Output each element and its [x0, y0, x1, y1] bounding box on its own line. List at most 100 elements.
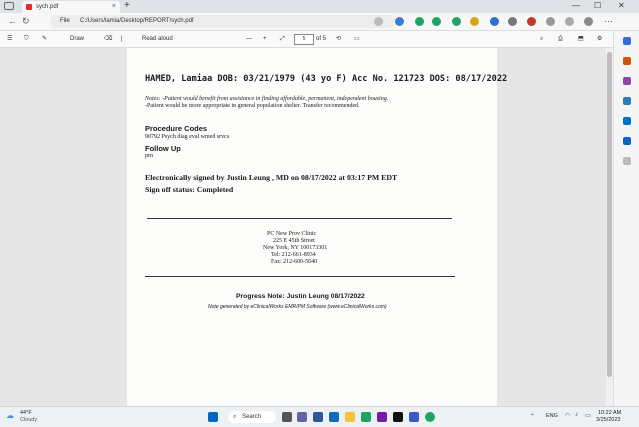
- task-view-icon[interactable]: [282, 412, 292, 422]
- page-view-icon[interactable]: ▭: [354, 31, 360, 47]
- refresh-icon[interactable]: ↻: [22, 15, 30, 28]
- collections-icon[interactable]: [565, 17, 574, 26]
- search-label: Search: [242, 414, 262, 420]
- cloud-icon: ☁: [6, 411, 14, 420]
- file-explorer-icon[interactable]: [345, 412, 355, 422]
- page-total: of 5: [316, 36, 327, 42]
- wifi-icon[interactable]: ◠: [565, 412, 570, 419]
- word-icon[interactable]: [313, 412, 323, 422]
- pdf-icon: [26, 4, 32, 10]
- address-url: C:/Users/lamia/Desktop/REPORT/sych.pdf: [80, 18, 194, 24]
- clinic-street: 225 E 45th Street: [273, 238, 315, 244]
- taskbar: ☁ 44°F Cloudy ⌕ Search ⌃ ENG ◠ ♪ ▭ 10:22…: [0, 406, 639, 427]
- app-icon[interactable]: [409, 412, 419, 422]
- minimize-button[interactable]: —: [572, 0, 580, 12]
- patient-header: HAMED, Lamiaa DOB: 03/21/1979 (43 yo F) …: [145, 74, 508, 84]
- save-icon[interactable]: ⬒: [578, 31, 584, 47]
- tab-title: sych.pdf: [36, 4, 59, 10]
- taskbar-search[interactable]: ⌕ Search: [228, 411, 276, 423]
- back-icon[interactable]: ←: [8, 15, 17, 28]
- address-scheme: File: [60, 18, 70, 24]
- clock-time[interactable]: 10:22 AM: [598, 410, 621, 416]
- extension-icon[interactable]: [527, 17, 536, 26]
- divider-line: [147, 218, 452, 219]
- search-sidebar-icon[interactable]: [623, 37, 631, 45]
- games-icon[interactable]: [623, 97, 631, 105]
- language-indicator[interactable]: ENG: [546, 413, 558, 419]
- print-icon[interactable]: ⎙: [558, 31, 563, 47]
- pdf-page: HAMED, Lamiaa DOB: 03/21/1979 (43 yo F) …: [127, 48, 507, 406]
- erase-icon[interactable]: ⌫: [104, 31, 112, 47]
- extension-icon[interactable]: [395, 17, 404, 26]
- pdf-viewer: HAMED, Lamiaa DOB: 03/21/1979 (43 yo F) …: [0, 48, 613, 406]
- filter-icon[interactable]: ⛉: [24, 31, 29, 47]
- contents-icon[interactable]: ☰: [7, 31, 12, 47]
- favorites-icon[interactable]: [546, 17, 555, 26]
- clinic-city: New York, NY 100173301: [263, 245, 328, 251]
- divider-line: [145, 276, 455, 277]
- battery-icon[interactable]: ▭: [585, 412, 591, 419]
- electronic-signature: Electronically signed by Justin Leung , …: [145, 173, 398, 182]
- draw-button[interactable]: Draw: [70, 31, 84, 47]
- tab-close-button[interactable]: ×: [112, 1, 116, 13]
- zoom-in-button[interactable]: +: [263, 31, 267, 47]
- read-aloud-button[interactable]: Read aloud: [142, 31, 173, 47]
- app-icon[interactable]: [377, 412, 387, 422]
- weather-desc[interactable]: Cloudy: [20, 417, 37, 423]
- more-menu-icon[interactable]: ···: [604, 15, 613, 28]
- outlook-taskbar-icon[interactable]: [329, 412, 339, 422]
- volume-icon[interactable]: ♪: [575, 412, 578, 418]
- settings-gear-icon[interactable]: ⚙: [597, 31, 602, 47]
- generated-by-footer: Note generated by eClinicalWorks EMR/PM …: [208, 304, 387, 310]
- clinic-fax: Fax: 212-600-5640: [271, 259, 318, 265]
- extension-icon[interactable]: [490, 17, 499, 26]
- procedure-code: 90792 Psych diag eval wmed srvcs: [145, 134, 230, 140]
- outlook-icon[interactable]: [623, 137, 631, 145]
- vertical-scrollbar[interactable]: [606, 48, 613, 406]
- new-tab-button[interactable]: +: [124, 0, 130, 12]
- edge-icon[interactable]: [425, 412, 435, 422]
- draw-icon[interactable]: ✎: [42, 31, 47, 47]
- weather-temp[interactable]: 44°F: [20, 410, 32, 416]
- progress-note-footer: Progress Note: Justin Leung 08/17/2022: [236, 293, 365, 300]
- app-icon[interactable]: [361, 412, 371, 422]
- extension-icon[interactable]: [508, 17, 517, 26]
- profile-icon[interactable]: [584, 17, 593, 26]
- fit-page-icon[interactable]: ⤢: [280, 31, 285, 47]
- favorite-star-icon[interactable]: [374, 17, 383, 26]
- tab-sych-pdf[interactable]: sych.pdf ×: [22, 1, 120, 13]
- tab-bar: sych.pdf × + — ☐ ✕: [0, 0, 639, 13]
- follow-up-heading: Follow Up: [145, 144, 181, 153]
- tools-icon[interactable]: [623, 77, 631, 85]
- pdf-toolbar: ☰ ⛉ ✎ Draw ⌫ | Read aloud — + ⤢ 5 of 5 ⟲…: [0, 31, 613, 48]
- maximize-button[interactable]: ☐: [594, 0, 601, 12]
- address-row: ← ↻ File C:/Users/lamia/Desktop/REPORT/s…: [0, 13, 639, 31]
- scrollbar-thumb[interactable]: [607, 52, 612, 377]
- procedure-codes-heading: Procedure Codes: [145, 124, 208, 133]
- extension-icon[interactable]: [432, 17, 441, 26]
- search-icon: ⌕: [233, 414, 237, 420]
- extension-icon[interactable]: [415, 17, 424, 26]
- office-icon[interactable]: [623, 117, 631, 125]
- notes-line-1: Notes: -Patient would benefit from assis…: [145, 96, 389, 102]
- address-bar[interactable]: File C:/Users/lamia/Desktop/REPORT/sych.…: [50, 15, 395, 28]
- search-icon[interactable]: ⌕: [540, 31, 543, 47]
- zoom-out-button[interactable]: —: [246, 31, 252, 47]
- shopping-icon[interactable]: [623, 57, 631, 65]
- clock-date[interactable]: 3/25/2023: [596, 417, 620, 423]
- clinic-tel: Tel: 212-661-8934: [271, 252, 316, 258]
- teams-icon[interactable]: [297, 412, 307, 422]
- windows-start-icon[interactable]: [208, 412, 218, 422]
- edge-sidebar: [613, 31, 639, 406]
- rotate-icon[interactable]: ⟲: [336, 31, 341, 47]
- close-window-button[interactable]: ✕: [618, 0, 625, 12]
- extension-icon[interactable]: [470, 17, 479, 26]
- tray-chevron-icon[interactable]: ⌃: [530, 413, 535, 420]
- extension-icon[interactable]: [452, 17, 461, 26]
- notes-line-2: -Patient would be more appropriate in ge…: [145, 103, 360, 109]
- tiktok-icon[interactable]: [393, 412, 403, 422]
- add-sidebar-icon[interactable]: [623, 157, 631, 165]
- follow-up-value: prn: [145, 153, 153, 159]
- page-number-input[interactable]: 5: [294, 34, 314, 45]
- tab-actions-icon[interactable]: [4, 2, 14, 10]
